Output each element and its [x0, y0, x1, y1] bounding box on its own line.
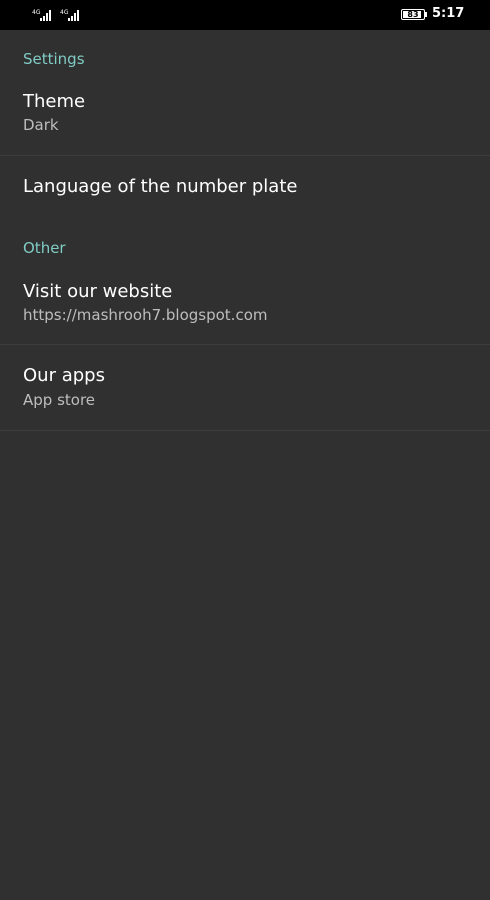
cellular-signal-icon: 4G [60, 9, 79, 21]
status-bar: 4G 4G 83 5:17 [0, 0, 490, 30]
theme-preference[interactable]: Theme Dark [0, 80, 490, 155]
battery-icon: 83 [401, 9, 425, 20]
cellular-signal-icon: 4G [32, 9, 51, 21]
apps-title: Our apps [23, 365, 105, 386]
theme-title: Theme [23, 91, 86, 112]
svg-text:4G: 4G [32, 9, 41, 16]
apps-summary: App store [23, 391, 96, 409]
apps-preference[interactable]: Our apps App store [0, 345, 490, 430]
theme-summary: Dark [23, 116, 59, 134]
category-settings-header: Settings [23, 50, 85, 68]
language-title: Language of the number plate [23, 176, 298, 197]
website-summary: https://mashrooh7.blogspot.com [23, 306, 268, 324]
battery-tip [425, 12, 427, 17]
website-preference[interactable]: Visit our website https://mashrooh7.blog… [0, 270, 490, 344]
battery-level: 83 [407, 10, 419, 19]
website-title: Visit our website [23, 281, 173, 302]
clock: 5:17 [432, 6, 465, 21]
divider [0, 430, 490, 431]
svg-text:4G: 4G [60, 9, 69, 16]
category-other-header: Other [23, 239, 66, 257]
language-preference[interactable]: Language of the number plate [0, 156, 490, 220]
